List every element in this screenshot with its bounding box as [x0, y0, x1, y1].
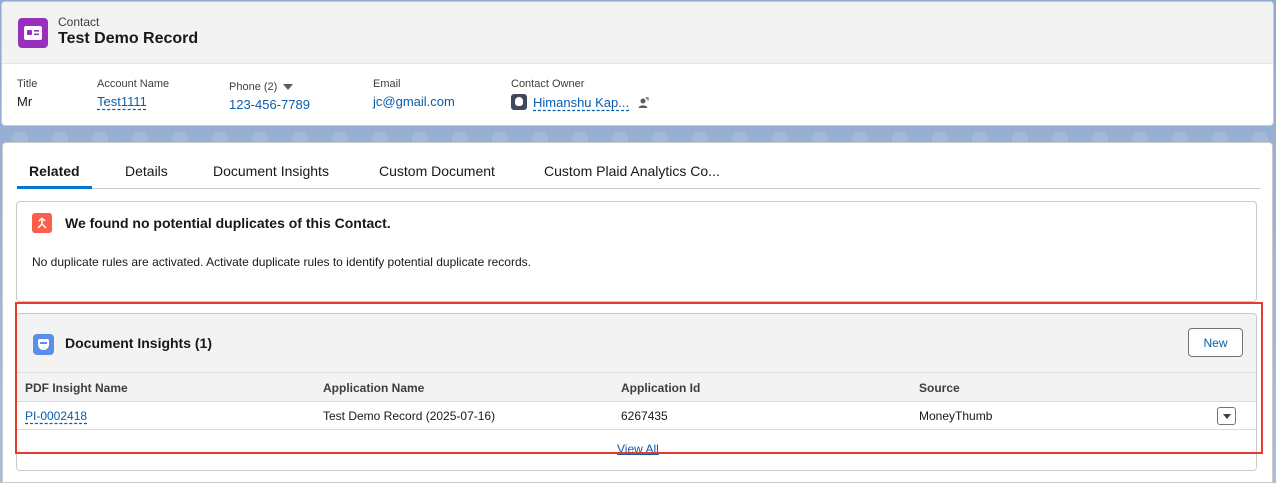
pdf-insight-name-link[interactable]: PI-0002418	[25, 409, 87, 423]
highlights-panel: Title Mr Account Name Test1111 Phone (2)…	[2, 64, 1273, 125]
active-tab-indicator	[17, 186, 92, 189]
document-insights-title[interactable]: Document Insights (1)	[65, 335, 212, 351]
phone-link[interactable]: 123-456-7789	[229, 97, 310, 112]
contact-card-icon	[18, 18, 48, 48]
phone-label: Phone (2)	[229, 81, 278, 93]
source-cell: MoneyThumb	[919, 409, 993, 423]
column-header[interactable]: Application Id	[621, 381, 700, 395]
header-title-bar: Contact Test Demo Record	[2, 2, 1273, 64]
object-label: Contact	[58, 15, 100, 29]
title-field: Title Mr	[17, 78, 37, 109]
email-link[interactable]: jc@gmail.com	[373, 94, 455, 109]
phone-field: Phone (2) 123-456-7789	[229, 81, 310, 112]
record-title: Test Demo Record	[58, 30, 199, 47]
merge-icon	[32, 213, 52, 233]
row-actions-chevron-down-icon[interactable]	[1217, 407, 1236, 425]
column-header[interactable]: Source	[919, 381, 960, 395]
tab-custom-document[interactable]: Custom Document	[379, 163, 495, 179]
tab-document-insights[interactable]: Document Insights	[213, 163, 329, 179]
account-name-field: Account Name Test1111	[97, 78, 169, 109]
email-field: Email jc@gmail.com	[373, 78, 455, 109]
view-all-link[interactable]: View All	[617, 442, 659, 456]
tab-bar: Related Details Document Insights Custom…	[17, 153, 1260, 189]
contact-owner-link[interactable]: Himanshu Kap...	[533, 95, 629, 110]
record-header: Contact Test Demo Record Title Mr Accoun…	[1, 1, 1274, 126]
account-name-link[interactable]: Test1111	[97, 94, 147, 109]
tab-related[interactable]: Related	[29, 163, 80, 179]
title-value: Mr	[17, 94, 33, 109]
tab-custom-plaid-analytics[interactable]: Custom Plaid Analytics Co...	[544, 163, 720, 179]
document-insights-card: Document Insights (1) New PDF Insight Na…	[16, 313, 1257, 471]
duplicates-card: We found no potential duplicates of this…	[16, 201, 1257, 302]
view-all-bar: View All	[17, 430, 1256, 470]
change-owner-icon[interactable]	[637, 97, 649, 109]
tab-details[interactable]: Details	[125, 163, 168, 179]
duplicates-title: We found no potential duplicates of this…	[65, 215, 391, 231]
application-id-cell: 6267435	[621, 409, 668, 423]
table-row: PI-0002418 Test Demo Record (2025-07-16)…	[17, 402, 1256, 430]
new-button[interactable]: New	[1188, 328, 1243, 357]
contact-owner-field: Contact Owner Himanshu Kap...	[511, 78, 649, 110]
document-insights-icon	[33, 334, 54, 355]
column-header[interactable]: Application Name	[323, 381, 424, 395]
avatar	[511, 94, 527, 110]
duplicates-message: No duplicate rules are activated. Activa…	[32, 255, 531, 269]
account-name-label: Account Name	[97, 78, 170, 90]
email-label: Email	[373, 78, 401, 90]
column-header[interactable]: PDF Insight Name	[25, 381, 128, 395]
chevron-down-icon[interactable]	[283, 84, 294, 91]
title-label: Title	[17, 78, 38, 90]
related-panel: Related Details Document Insights Custom…	[2, 142, 1273, 483]
table-header: PDF Insight Name Application Name Applic…	[17, 372, 1256, 402]
contact-owner-label: Contact Owner	[511, 78, 585, 90]
application-name-cell: Test Demo Record (2025-07-16)	[323, 409, 496, 423]
